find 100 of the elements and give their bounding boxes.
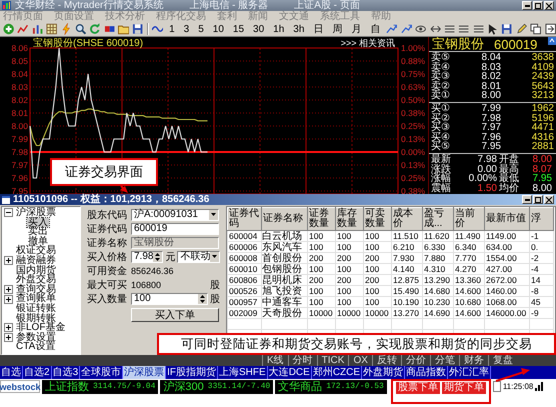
column-header[interactable]: 浮: [530, 208, 554, 230]
close-button[interactable]: [544, 1, 554, 10]
minimize-button[interactable]: [522, 195, 532, 204]
table-cell: 白云机场: [262, 230, 308, 242]
stat-label: 涨跌: [431, 164, 452, 174]
column-header[interactable]: 证券代码: [228, 208, 262, 230]
level-label: 买①: [431, 104, 451, 114]
price-value: 7.95: [480, 142, 501, 152]
period-button[interactable]: 15: [230, 24, 248, 34]
exit-icon[interactable]: [544, 23, 556, 35]
market-tab[interactable]: 外汇汇率: [448, 366, 492, 379]
folder-icon[interactable]: [118, 23, 130, 35]
period-button[interactable]: 5: [195, 24, 207, 34]
period-button[interactable]: 1: [166, 24, 178, 34]
market-tab[interactable]: 沪深股票: [123, 366, 166, 379]
bar-chart-icon[interactable]: [32, 23, 44, 35]
market-tab[interactable]: 商品指数: [405, 366, 448, 379]
eye-icon[interactable]: [415, 23, 427, 35]
field-label: 可用资金: [87, 264, 128, 278]
table-cell: 6.210: [392, 242, 422, 252]
plus-box-icon[interactable]: [4, 333, 13, 342]
tree-item[interactable]: 银期转账: [15, 314, 57, 324]
stripes-icon[interactable]: [444, 23, 456, 35]
axis-label: 0.75%: [401, 69, 426, 79]
news-link[interactable]: >>> 相关资讯: [340, 38, 395, 48]
grid-icon[interactable]: [46, 23, 58, 35]
maximize-button[interactable]: [533, 1, 543, 10]
minus-box-icon[interactable]: [4, 208, 13, 218]
period-button[interactable]: 3: [180, 24, 192, 34]
column-header[interactable]: 成本价: [392, 208, 422, 230]
cursor-icon[interactable]: [487, 23, 498, 35]
plus-box-icon[interactable]: [4, 285, 13, 294]
volume-value: 1962: [530, 104, 554, 114]
column-header[interactable]: 证券名称: [262, 208, 308, 230]
trend-icon[interactable]: [386, 23, 398, 35]
tree-item[interactable]: 银证转账: [15, 304, 57, 314]
period-button[interactable]: 3h: [290, 24, 308, 34]
tree-item[interactable]: 国内期货: [15, 266, 57, 276]
arrows-icon[interactable]: [430, 23, 441, 35]
wave-icon[interactable]: [152, 23, 164, 35]
tree-item[interactable]: 买入: [27, 218, 49, 228]
tree-item[interactable]: 查询交易: [15, 284, 57, 294]
minimize-button[interactable]: [522, 1, 532, 10]
column-header[interactable]: 最新市值: [484, 208, 530, 230]
stat-label: 均价: [499, 184, 520, 194]
period-button[interactable]: 周: [329, 22, 346, 36]
tree-item[interactable]: 权证交易: [15, 246, 57, 256]
tree-item[interactable]: 卖出: [27, 227, 49, 237]
tree-item[interactable]: 融资融券: [15, 256, 57, 266]
plus-box-icon[interactable]: [4, 256, 13, 266]
tree-item[interactable]: CTA设置: [15, 342, 56, 352]
period-button[interactable]: 30: [250, 24, 268, 34]
input-field[interactable]: [492, 381, 501, 392]
tree-item[interactable]: 查询账单: [15, 294, 57, 304]
period-button[interactable]: 自: [367, 22, 384, 36]
index-ticker: 上证指数 3114.75/-9.04: [42, 380, 158, 394]
column-header[interactable]: 当前价: [454, 208, 484, 230]
stripes-icon[interactable]: [458, 23, 470, 35]
plus-box-icon[interactable]: [4, 323, 13, 332]
stat-label: 涨幅: [431, 174, 452, 184]
price-value: 8.02: [480, 72, 501, 82]
add-icon[interactable]: [3, 23, 14, 35]
line-chart-icon[interactable]: [17, 23, 29, 35]
order-button[interactable]: 期货下单: [442, 382, 486, 394]
link-mode-dropdown[interactable]: 不联动: [177, 250, 220, 262]
copy-icon[interactable]: [530, 23, 542, 35]
table-cell: 15.490: [392, 286, 422, 296]
table-cell: 东风汽车: [262, 242, 308, 252]
plus-box-icon[interactable]: [4, 294, 13, 304]
input-field[interactable]: 600019: [131, 222, 219, 234]
squares-icon[interactable]: [104, 23, 115, 35]
submit-button[interactable]: 买入下单: [131, 308, 219, 322]
tree-item[interactable]: 外盘交易: [15, 275, 57, 285]
axis-label: 8.02: [11, 95, 28, 105]
save-icon[interactable]: [132, 23, 144, 35]
tree-item[interactable]: 非LOF基金: [15, 323, 66, 333]
quantity-field[interactable]: 100: [131, 292, 208, 304]
stripes-icon[interactable]: [472, 23, 484, 35]
close-button[interactable]: [544, 195, 554, 204]
period-button[interactable]: 10: [210, 24, 227, 34]
order-button[interactable]: 股票下单: [396, 382, 440, 394]
tree-item[interactable]: 撤单: [27, 236, 49, 246]
maximize-button[interactable]: [533, 195, 543, 204]
price-value: 7.97: [480, 123, 501, 133]
price-field[interactable]: 7.98: [131, 250, 164, 262]
spinner-icon: [200, 294, 205, 302]
period-button[interactable]: 月: [348, 22, 364, 36]
tree-item[interactable]: 参数设置: [15, 332, 57, 342]
column-header[interactable]: 证券数量: [308, 208, 336, 230]
table-cell: 200: [364, 252, 392, 264]
save-icon[interactable]: [501, 23, 513, 35]
trend-icon[interactable]: [400, 23, 412, 35]
search-icon[interactable]: [74, 23, 86, 35]
column-header[interactable]: 可卖数量: [364, 208, 392, 230]
column-header[interactable]: 库存数量: [336, 208, 364, 230]
period-button[interactable]: 1h: [270, 24, 288, 34]
period-button[interactable]: 日: [310, 22, 326, 36]
column-header[interactable]: 盈亏成...: [422, 208, 454, 230]
account-dropdown[interactable]: 沪A:00091031: [131, 208, 219, 220]
server-label: 上海电信 - 服务器: [189, 0, 268, 11]
